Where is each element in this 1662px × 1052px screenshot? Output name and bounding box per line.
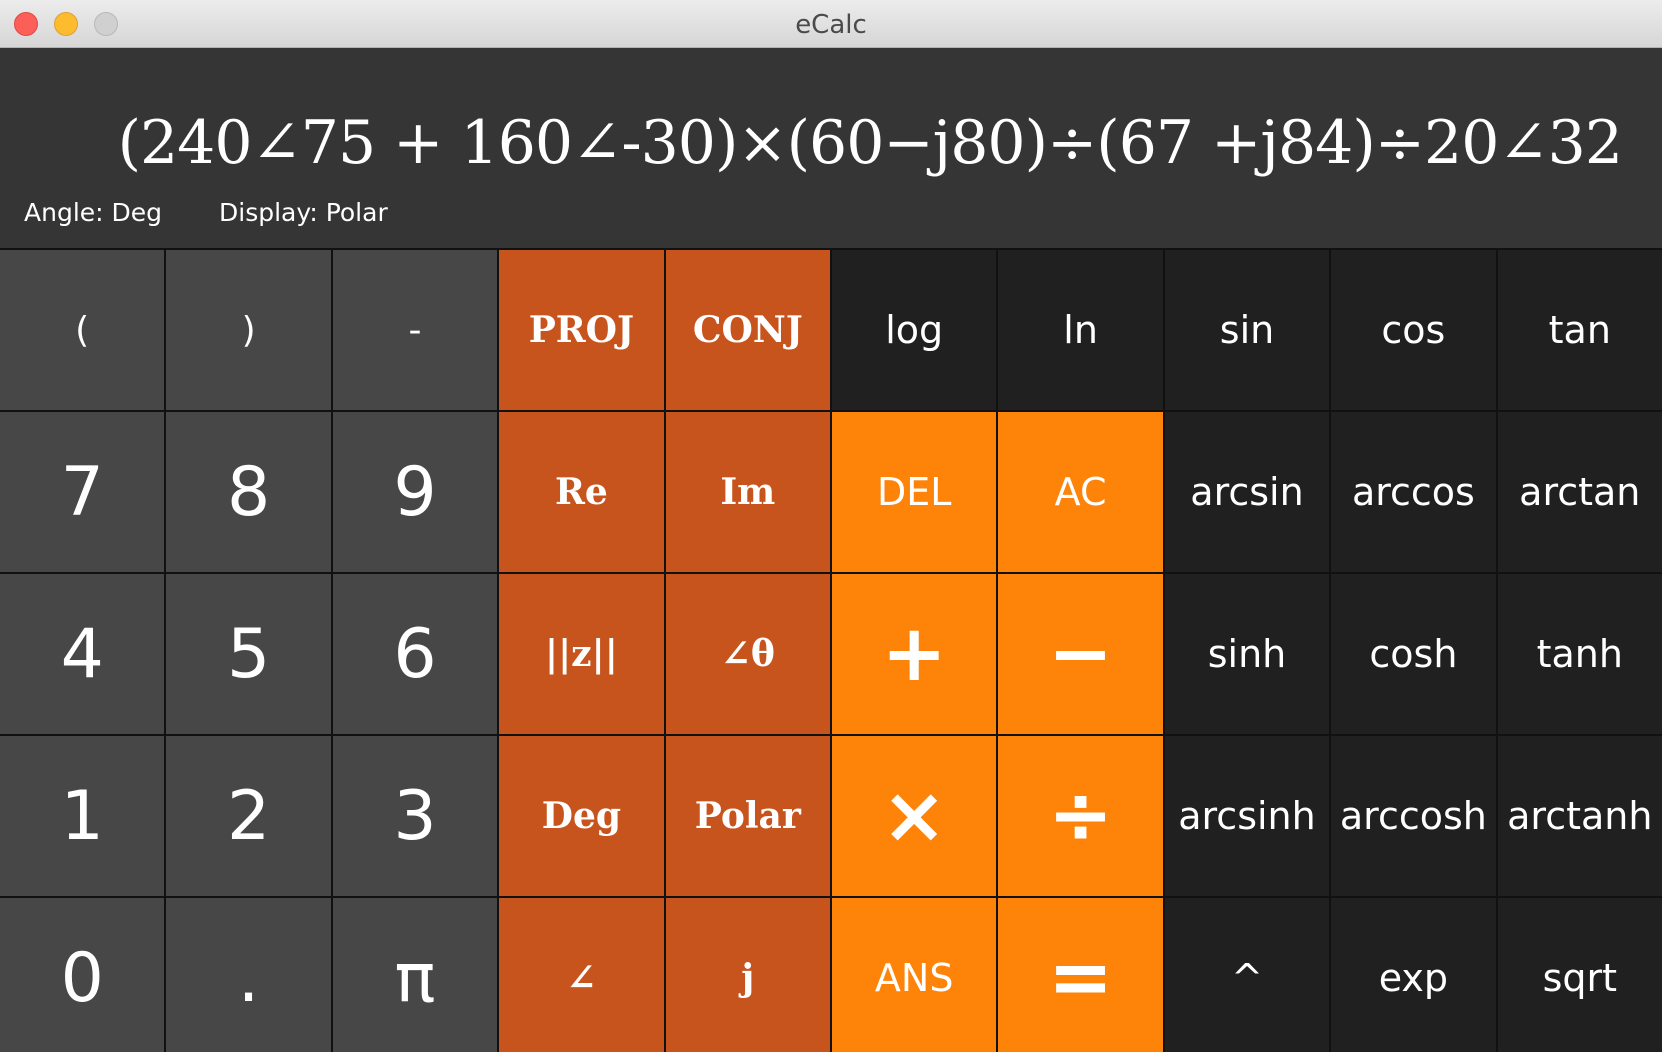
real-part-button[interactable]: Re (499, 412, 664, 572)
angle-status: Angle: Deg (24, 198, 163, 227)
digit-2-button[interactable]: 2 (166, 736, 331, 896)
digit-1-button[interactable]: 1 (0, 736, 165, 896)
digit-8-button[interactable]: 8 (166, 412, 331, 572)
digit-6-button[interactable]: 6 (332, 574, 498, 734)
angle-symbol-button[interactable]: ∠ (499, 898, 664, 1052)
imag-part-button[interactable]: Im (665, 412, 830, 572)
display-mode-status: Display: Polar (219, 198, 388, 227)
argument-button[interactable]: ∠θ (665, 574, 830, 734)
arccosh-button[interactable]: arccosh (1331, 736, 1496, 896)
window-title: eCalc (795, 10, 867, 40)
subtract-button[interactable]: − (998, 574, 1163, 734)
arcsinh-button[interactable]: arcsinh (1164, 736, 1330, 896)
keypad: () - PROJ CONJ log ln sin cos tan 7 8 9 Re Im DEL AC arc… (0, 248, 1662, 1052)
delete-button[interactable]: DEL (831, 412, 997, 572)
digit-0-button[interactable]: 0 (0, 898, 165, 1052)
close-paren-button[interactable]: ) (166, 250, 331, 410)
title-bar[interactable]: eCalc (0, 0, 1662, 48)
all-clear-button[interactable]: AC (998, 412, 1163, 572)
calculator-window: eCalc (240∠75 + 160∠-30)×(60−j80)÷(67 +j… (0, 0, 1662, 1052)
digit-7-button[interactable]: 7 (0, 412, 165, 572)
pi-button[interactable]: π (332, 898, 498, 1052)
equals-button[interactable]: = (998, 898, 1163, 1052)
imaginary-unit-button[interactable]: j (665, 898, 830, 1052)
add-button[interactable]: + (831, 574, 997, 734)
answer-button[interactable]: ANS (831, 898, 997, 1052)
conj-button[interactable]: CONJ (665, 250, 830, 410)
digit-9-button[interactable]: 9 (332, 412, 498, 572)
decimal-point-button[interactable]: . (166, 898, 331, 1052)
angle-mode-button[interactable]: Deg (499, 736, 664, 896)
sinh-button[interactable]: sinh (1164, 574, 1330, 734)
arccos-button[interactable]: arccos (1331, 412, 1496, 572)
sin-button[interactable]: sin (1164, 250, 1330, 410)
multiply-button[interactable]: × (831, 736, 997, 896)
power-button[interactable]: ^ (1164, 898, 1330, 1052)
log-button[interactable]: log (831, 250, 997, 410)
digit-5-button[interactable]: 5 (166, 574, 331, 734)
display-mode-button[interactable]: Polar (665, 736, 830, 896)
tan-button[interactable]: tan (1497, 250, 1662, 410)
arcsin-button[interactable]: arcsin (1164, 412, 1330, 572)
expression-display: (240∠75 + 160∠-30)×(60−j80)÷(67 +j84)÷20… (117, 108, 1623, 178)
digit-4-button[interactable]: 4 (0, 574, 165, 734)
digit-3-button[interactable]: 3 (332, 736, 498, 896)
arctanh-button[interactable]: arctanh (1497, 736, 1662, 896)
arctan-button[interactable]: arctan (1497, 412, 1662, 572)
modulus-button[interactable]: ||z|| (499, 574, 664, 734)
tanh-button[interactable]: tanh (1497, 574, 1662, 734)
negate-button[interactable]: - (332, 250, 498, 410)
cos-button[interactable]: cos (1331, 250, 1496, 410)
exp-button[interactable]: exp (1331, 898, 1496, 1052)
sqrt-button[interactable]: sqrt (1497, 898, 1662, 1052)
display-panel: (240∠75 + 160∠-30)×(60−j80)÷(67 +j84)÷20… (0, 48, 1662, 248)
cosh-button[interactable]: cosh (1331, 574, 1496, 734)
divide-button[interactable]: ÷ (998, 736, 1163, 896)
ln-button[interactable]: ln (998, 250, 1163, 410)
proj-button[interactable]: PROJ (499, 250, 664, 410)
open-paren-button[interactable]: ( (0, 250, 165, 410)
